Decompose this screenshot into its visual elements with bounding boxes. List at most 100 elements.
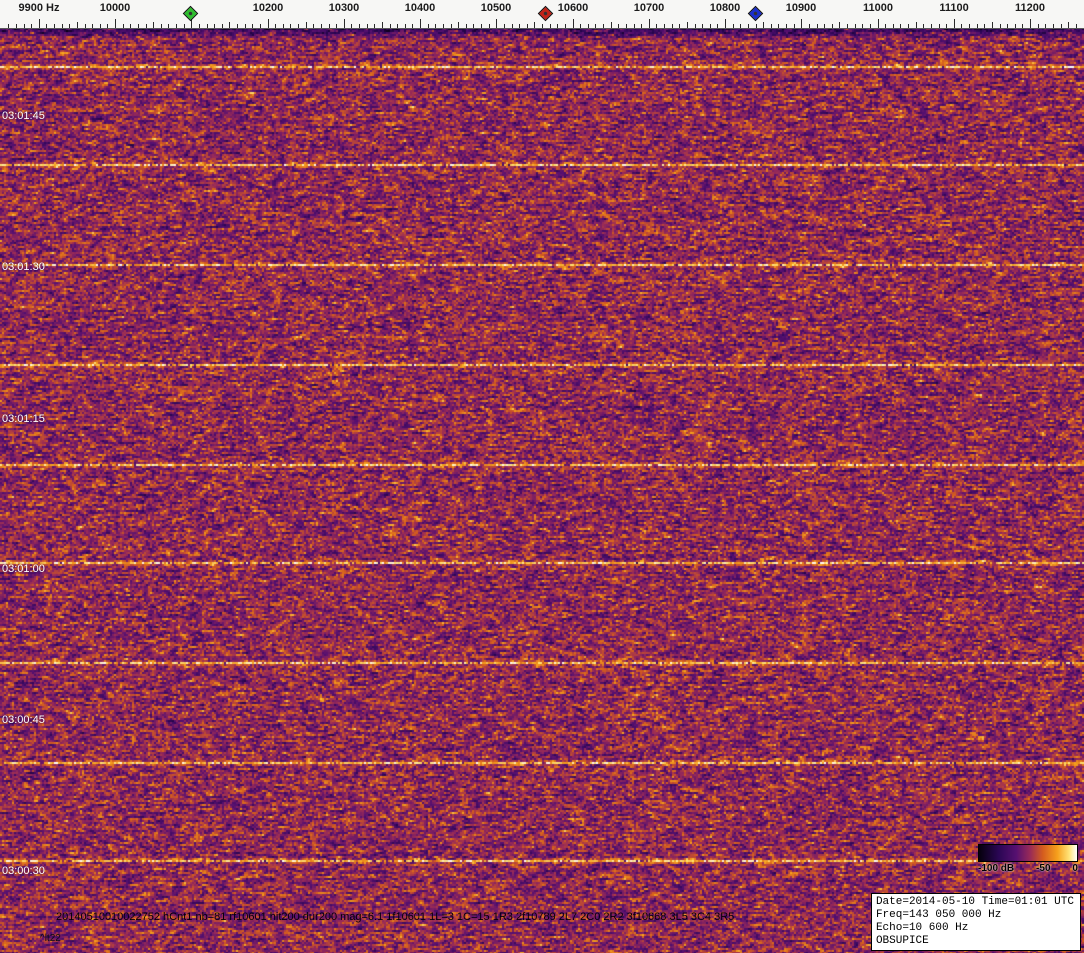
frequency-tick-label: 10800 (709, 2, 741, 14)
time-label: 03:01:45 (2, 110, 45, 122)
ruler-tick (420, 19, 421, 28)
blue-marker[interactable] (747, 5, 763, 22)
detection-meta-line: 20140510010022752 hCnt1 nb=81 rf10601 hi… (56, 911, 735, 923)
ruler-tick (809, 24, 810, 28)
ruler-tick (916, 22, 917, 28)
ruler-tick (146, 24, 147, 28)
ruler-tick (176, 24, 177, 28)
ruler-tick (1045, 24, 1046, 28)
status-corner-text: ^lt22 (40, 933, 61, 944)
time-label: 03:01:30 (2, 261, 45, 273)
ruler-tick (31, 24, 32, 28)
ruler-tick (107, 24, 108, 28)
ruler-tick (1053, 24, 1054, 28)
ruler-tick (946, 24, 947, 28)
ruler-tick (855, 24, 856, 28)
ruler-tick (207, 24, 208, 28)
colorbar-gradient (978, 844, 1078, 862)
ruler-tick (24, 24, 25, 28)
ruler-tick (443, 24, 444, 28)
ruler-tick (237, 24, 238, 28)
ruler-tick (69, 24, 70, 28)
ruler-tick (306, 22, 307, 28)
ruler-tick (984, 24, 985, 28)
info-freq-line: Freq=143 050 000 Hz (875, 909, 1002, 921)
ruler-tick (390, 24, 391, 28)
frequency-tick-label: 10200 (252, 2, 284, 14)
green-marker[interactable] (182, 5, 199, 22)
ruler-tick (92, 24, 93, 28)
ruler-tick (588, 24, 589, 28)
ruler-tick (512, 24, 513, 28)
ruler-tick (626, 24, 627, 28)
frequency-tick-label: 11200 (1015, 2, 1045, 14)
ruler-tick (374, 24, 375, 28)
ruler-tick (123, 24, 124, 28)
ruler-tick (763, 22, 764, 28)
ruler-tick (740, 24, 741, 28)
red-marker[interactable] (537, 5, 554, 22)
ruler-tick (954, 19, 955, 28)
ruler-tick (1022, 24, 1023, 28)
ruler-tick (252, 24, 253, 28)
ruler-tick (900, 24, 901, 28)
ruler-tick (275, 24, 276, 28)
ruler-tick (679, 24, 680, 28)
ruler-tick (397, 24, 398, 28)
ruler-tick (649, 19, 650, 28)
spectrogram-app: 9900 Hz 10000 10200 10300 10400 10500 10600 107… (0, 0, 1084, 953)
ruler-tick (39, 19, 40, 28)
frequency-tick-label: 10600 (557, 2, 589, 14)
ruler-tick (603, 24, 604, 28)
ruler-tick (786, 24, 787, 28)
ruler-tick (77, 22, 78, 28)
info-station-line: OBSUPICE (875, 935, 929, 947)
ruler-tick (725, 19, 726, 28)
time-label: 03:01:00 (2, 563, 45, 575)
ruler-tick (527, 24, 528, 28)
ruler-tick (1076, 24, 1077, 28)
ruler-tick (100, 24, 101, 28)
frequency-tick-label: 10300 (328, 2, 360, 14)
colorbar: -100 dB -50 0 (978, 844, 1078, 874)
ruler-tick (1000, 24, 1001, 28)
ruler-tick (321, 24, 322, 28)
colorbar-max-label: 0 (1072, 863, 1078, 874)
ruler-tick (489, 24, 490, 28)
ruler-tick (977, 24, 978, 28)
ruler-tick (908, 24, 909, 28)
ruler-tick (519, 24, 520, 28)
ruler-tick (618, 24, 619, 28)
ruler-tick (412, 24, 413, 28)
time-label: 03:01:15 (2, 413, 45, 425)
ruler-tick (664, 24, 665, 28)
ruler-tick (702, 24, 703, 28)
ruler-tick (298, 24, 299, 28)
ruler-tick (939, 24, 940, 28)
ruler-tick (62, 24, 63, 28)
ruler-tick (130, 24, 131, 28)
ruler-tick (862, 24, 863, 28)
ruler-tick (801, 19, 802, 28)
ruler-tick (961, 24, 962, 28)
ruler-tick (496, 19, 497, 28)
ruler-tick (893, 24, 894, 28)
ruler-tick (550, 24, 551, 28)
ruler-tick (1007, 24, 1008, 28)
ruler-tick (824, 24, 825, 28)
time-label: 03:00:45 (2, 714, 45, 726)
ruler-tick (473, 24, 474, 28)
ruler-tick (839, 22, 840, 28)
ruler-tick (229, 22, 230, 28)
frequency-tick-label: 11000 (863, 2, 893, 14)
ruler-tick (428, 24, 429, 28)
ruler-tick (817, 24, 818, 28)
ruler-tick (595, 24, 596, 28)
ruler-tick (54, 24, 55, 28)
ruler-tick (283, 24, 284, 28)
ruler-tick (634, 24, 635, 28)
ruler-tick (168, 24, 169, 28)
spectrogram-waterfall[interactable] (0, 28, 1084, 953)
frequency-ruler: 9900 Hz 10000 10200 10300 10400 10500 10600 107… (0, 0, 1084, 29)
ruler-tick (222, 24, 223, 28)
